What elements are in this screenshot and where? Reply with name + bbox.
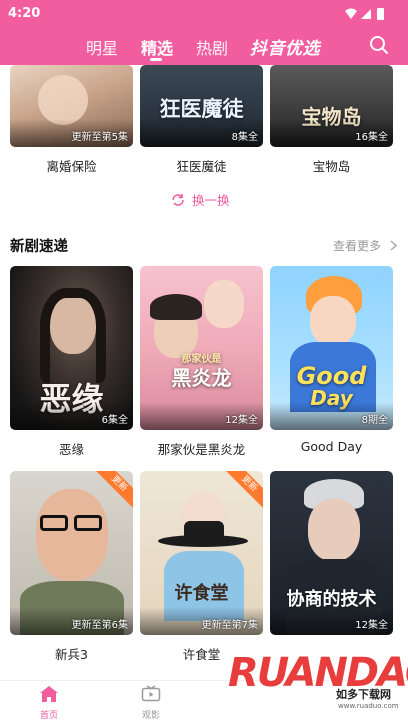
battery-icon	[377, 8, 384, 20]
status-icons	[345, 8, 384, 20]
poster: 许食堂 更新 更新至第7集	[140, 471, 263, 635]
view-more-link[interactable]: 查看更多	[333, 237, 398, 254]
drama-card[interactable]: 那家伙是 黑炎龙 12集全	[140, 266, 263, 430]
tab-stars[interactable]: 明星	[86, 35, 118, 59]
tab-hot-dramas[interactable]: 热剧	[196, 35, 228, 59]
tv-icon	[141, 685, 161, 702]
active-tab-indicator	[150, 58, 162, 61]
view-more-label: 查看更多	[333, 239, 382, 253]
wifi-icon	[345, 8, 357, 19]
poster: 那家伙是 黑炎龙 12集全	[140, 266, 263, 430]
drama-title[interactable]: 宝物岛	[270, 156, 393, 175]
home-icon	[40, 686, 58, 702]
watermark-small: 如多下载网	[336, 688, 391, 701]
drama-card[interactable]: 更新至第5集	[10, 65, 133, 147]
drama-card[interactable]: 更新 更新至第6集	[10, 471, 133, 635]
top-nav: 明星 精选 热剧 抖音优选	[0, 30, 408, 64]
poster: 更新至第5集	[10, 65, 133, 147]
drama-title[interactable]: 狂医魔徒	[140, 156, 263, 175]
tab-featured[interactable]: 精选	[141, 35, 173, 59]
drama-card[interactable]: 狂医魔徒 8集全	[140, 65, 263, 147]
drama-card[interactable]: Good Day 8期全	[270, 266, 393, 430]
section-title: 新剧速递	[10, 239, 68, 255]
poster: 恶缘 6集全	[10, 266, 133, 430]
poster-title: 黑炎龙	[171, 366, 232, 390]
nav-watch[interactable]: 观影	[131, 685, 171, 721]
drama-card[interactable]: 协商的技术 12集全	[270, 471, 393, 635]
episode-count: 更新至第6集	[71, 620, 128, 631]
drama-title[interactable]: 新兵3	[10, 644, 133, 663]
episode-count: 12集全	[355, 620, 388, 631]
refresh-button[interactable]: 换一换	[170, 190, 230, 209]
signal-icon	[361, 9, 371, 19]
drama-title[interactable]: Good Day	[270, 439, 393, 454]
header: 4:20 明星 精选 热剧 抖音优选	[0, 0, 408, 65]
drama-card[interactable]: 宝物岛 16集全	[270, 65, 393, 147]
status-bar: 4:20	[0, 0, 408, 28]
episode-count: 更新至第5集	[71, 132, 128, 143]
poster: 协商的技术 12集全	[270, 471, 393, 635]
episode-count: 6集全	[101, 415, 128, 426]
drama-card[interactable]: 许食堂 更新 更新至第7集	[140, 471, 263, 635]
poster: 更新 更新至第6集	[10, 471, 133, 635]
watermark-logo: RUANDAO 如多下载网 www.ruaduo.com	[228, 650, 408, 723]
refresh-label: 换一换	[192, 193, 230, 208]
episode-count: 8集全	[231, 132, 258, 143]
chevron-right-icon	[390, 240, 397, 251]
app-screen: 4:20 明星 精选 热剧 抖音优选 更新至第5集 离婚保险 狂医魔徒 8集全 …	[0, 0, 408, 723]
poster: Good Day 8期全	[270, 266, 393, 430]
poster-title: 许食堂	[174, 583, 229, 604]
poster: 宝物岛 16集全	[270, 65, 393, 147]
status-time: 4:20	[8, 6, 41, 21]
brand-logo: 抖音优选	[250, 39, 320, 59]
search-icon[interactable]	[368, 34, 390, 56]
episode-count: 更新至第7集	[201, 620, 258, 631]
episode-count: 12集全	[225, 415, 258, 426]
nav-home-label: 首页	[39, 711, 58, 721]
watermark-url: www.ruaduo.com	[338, 702, 399, 710]
drama-card[interactable]: 恶缘 6集全	[10, 266, 133, 430]
refresh-icon	[172, 194, 184, 206]
drama-title[interactable]: 恶缘	[10, 439, 133, 458]
nav-watch-label: 观影	[141, 711, 160, 721]
poster: 狂医魔徒 8集全	[140, 65, 263, 147]
nav-home[interactable]: 首页	[29, 685, 69, 721]
drama-title[interactable]: 离婚保险	[10, 156, 133, 175]
drama-title[interactable]: 那家伙是黑炎龙	[140, 439, 263, 458]
episode-count: 16集全	[355, 132, 388, 143]
episode-count: 8期全	[361, 415, 388, 426]
